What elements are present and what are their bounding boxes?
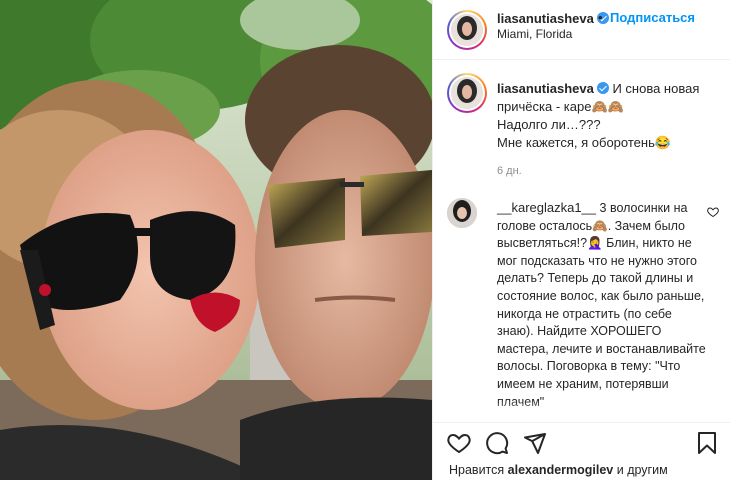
caption-author-avatar[interactable]: [447, 73, 487, 113]
post-photo[interactable]: [0, 0, 432, 480]
comment-icon[interactable]: [485, 431, 509, 455]
action-bar: Нравится alexandermogilev и другим: [433, 422, 730, 480]
likes-prefix: Нравится: [449, 463, 505, 477]
commenter-avatar-image: [447, 198, 477, 228]
author-line: liasanutiasheva: [497, 10, 609, 28]
verified-badge-icon: [596, 82, 609, 94]
bookmark-icon[interactable]: [695, 431, 719, 455]
author-username[interactable]: liasanutiasheva: [497, 11, 594, 26]
separator-dot: •: [598, 10, 603, 25]
author-avatar[interactable]: [447, 10, 487, 50]
caption-username[interactable]: liasanutiasheva: [497, 81, 594, 96]
commenter-avatar[interactable]: [447, 198, 477, 228]
selfie-photo: [0, 0, 432, 480]
share-icon[interactable]: [523, 431, 547, 455]
follow-button[interactable]: Подписаться: [610, 10, 695, 25]
post-caption: liasanutiasheva И снова новая причёска -…: [497, 80, 717, 152]
likes-line: Нравится alexandermogilev и другим: [449, 463, 668, 477]
avatar-image: [451, 14, 483, 46]
heart-icon[interactable]: [447, 431, 471, 455]
comment: __kareglazka1__ 3 волосинки на голове ос…: [497, 199, 707, 411]
scroll-fade: [433, 400, 730, 422]
like-comment-icon[interactable]: [707, 206, 719, 218]
instagram-post: liasanutiasheva • Подписаться Miami, Flo…: [0, 0, 730, 480]
avatar-image: [451, 77, 483, 109]
comment-username[interactable]: __kareglazka1__: [497, 200, 596, 215]
comment-text: 3 волосинки на голове осталось🙈. Зачем б…: [497, 201, 706, 409]
likes-suffix[interactable]: и другим: [617, 463, 668, 477]
likes-user[interactable]: alexandermogilev: [508, 463, 614, 477]
post-time[interactable]: 6 дн.: [497, 165, 522, 177]
post-location[interactable]: Miami, Florida: [497, 27, 572, 41]
post-side-panel: liasanutiasheva • Подписаться Miami, Flo…: [432, 0, 730, 480]
post-header: liasanutiasheva • Подписаться Miami, Flo…: [433, 0, 730, 60]
